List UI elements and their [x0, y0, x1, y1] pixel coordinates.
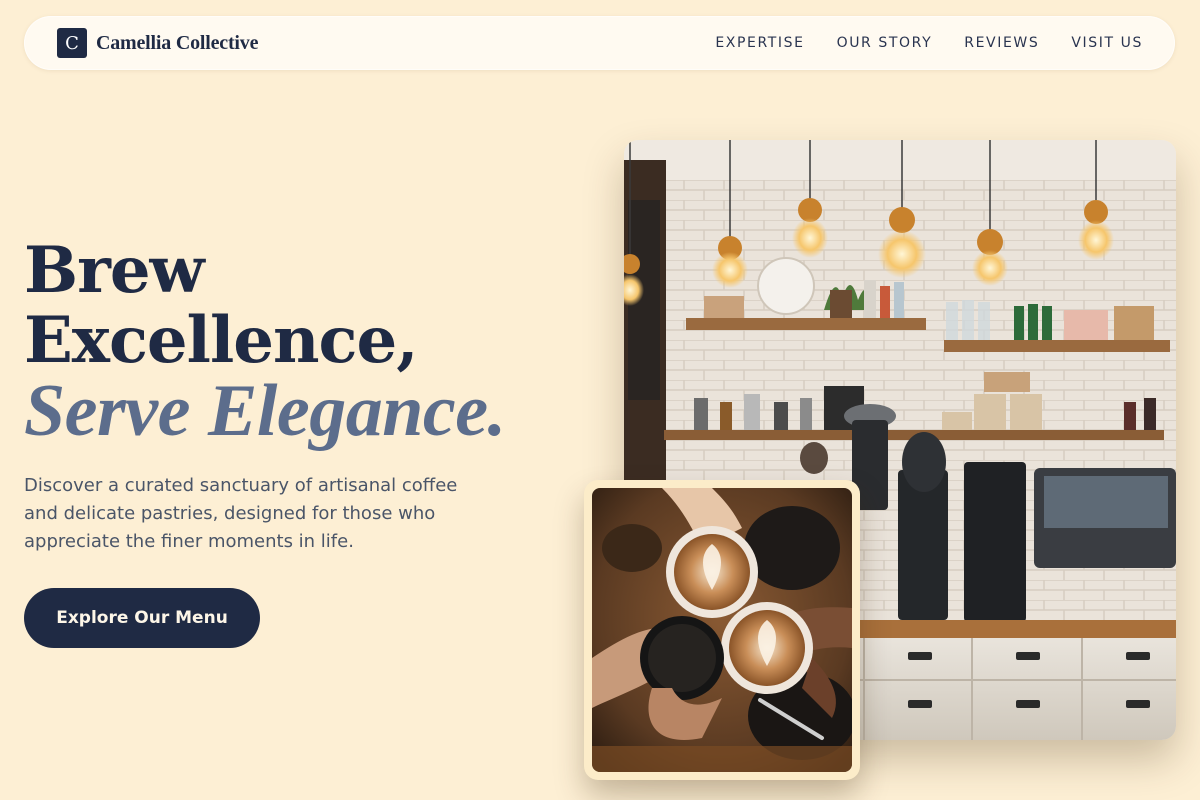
headline-accent: Serve Elegance. — [24, 370, 506, 452]
hero-subtext: Discover a curated sanctuary of artisana… — [24, 475, 458, 552]
nav-link-expertise[interactable]: EXPERTISE — [715, 35, 804, 51]
headline-line-1: Brew — [24, 233, 205, 308]
nav-link-our-story[interactable]: OUR STORY — [837, 35, 933, 51]
brand-name: Camellia Collective — [96, 31, 259, 54]
headline-line-2: Excellence, — [24, 303, 418, 378]
explore-menu-button[interactable]: Explore Our Menu — [24, 588, 260, 648]
top-navigation-bar: C Camellia Collective EXPERTISE OUR STOR… — [24, 16, 1175, 70]
latte-cheers-photo — [584, 480, 860, 780]
hero-headline: Brew Excellence, Serve Elegance. — [24, 233, 584, 452]
nav-link-visit-us[interactable]: VISIT US — [1071, 35, 1143, 51]
brand-logo[interactable]: C Camellia Collective — [57, 28, 258, 58]
latte-cheers-photo-frame — [592, 488, 852, 772]
logo-monogram-icon: C — [57, 28, 87, 58]
nav-link-reviews[interactable]: REVIEWS — [964, 35, 1039, 51]
nav-links: EXPERTISE OUR STORY REVIEWS VISIT US — [715, 35, 1143, 51]
